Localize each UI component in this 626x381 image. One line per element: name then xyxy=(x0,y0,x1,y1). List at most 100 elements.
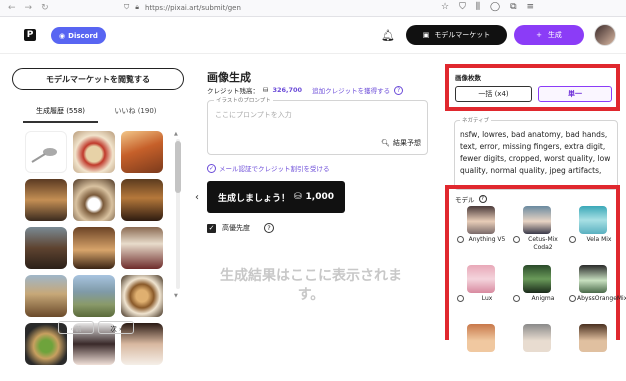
batch-count-button[interactable]: 一括 (x4) xyxy=(455,86,532,102)
model-option[interactable] xyxy=(511,324,567,381)
model-option[interactable] xyxy=(567,324,623,381)
scroll-up-icon[interactable]: ▲ xyxy=(174,131,178,137)
prompt-label: イラストのプロンプト xyxy=(214,96,273,104)
prev-page-button[interactable]: ‹ 前 xyxy=(58,321,94,334)
history-thumbnail[interactable] xyxy=(121,179,163,221)
model-name: Vela Mix xyxy=(586,236,612,243)
model-option[interactable]: Anything V5 xyxy=(455,206,511,263)
create-button[interactable]: + 生成 xyxy=(514,25,584,45)
history-panel: モデルマーケットを閲覧する 生成履歴 (558) いいね (190) ▲ ▼ ‹… xyxy=(0,55,195,365)
prompt-textarea[interactable]: イラストのプロンプト ここにプロンプトを入力 🔍︎ 結果予想 xyxy=(207,96,428,155)
model-market-label: モデルマーケット xyxy=(434,31,491,39)
next-page-button[interactable]: 次 › xyxy=(98,321,134,334)
high-priority-option[interactable]: ✓ 高優先度 ? xyxy=(207,223,274,233)
history-thumbnail[interactable] xyxy=(73,131,115,173)
address-bar[interactable]: ⛉ 🔒︎ https://pixai.art/submit/gen xyxy=(124,3,241,12)
prompt-placeholder[interactable]: ここにプロンプトを入力 xyxy=(215,110,292,120)
pixai-logo[interactable]: P xyxy=(24,29,36,41)
model-thumbnail[interactable] xyxy=(523,206,551,234)
history-thumbnail[interactable] xyxy=(25,131,67,173)
collapse-panel-icon[interactable]: ‹ xyxy=(195,192,199,203)
model-option[interactable]: Anigma xyxy=(511,265,567,322)
history-thumbnail[interactable] xyxy=(25,179,67,221)
create-label: 生成 xyxy=(547,31,562,39)
model-name: Anything V5 xyxy=(468,236,506,243)
model-radio[interactable] xyxy=(513,236,520,243)
search-icon: 🔍︎ xyxy=(381,139,390,147)
reload-icon[interactable]: ↻ xyxy=(41,3,49,13)
credit-coin-icon: ⛁ xyxy=(294,192,302,202)
generate-cost: 1,000 xyxy=(305,192,335,202)
url-text[interactable]: https://pixai.art/submit/gen xyxy=(145,4,241,12)
model-radio[interactable] xyxy=(457,295,464,302)
discord-icon: ◉ xyxy=(59,31,66,40)
image-count-label: 画像枚数 xyxy=(455,74,481,82)
model-radio[interactable] xyxy=(457,236,464,243)
history-thumbnail[interactable] xyxy=(121,227,163,269)
generation-panel: 画像生成 クレジット残高： ⛁ 326,700 追加クレジットを獲得する ? イ… xyxy=(207,55,432,340)
browser-nav: ← → ↻ xyxy=(0,3,49,13)
high-priority-label: 高優先度 xyxy=(222,224,250,232)
plus-icon: + xyxy=(536,31,542,39)
history-thumbnail[interactable] xyxy=(121,275,163,317)
model-thumbnail[interactable] xyxy=(467,206,495,234)
model-option[interactable]: Lux xyxy=(455,265,511,322)
model-thumbnail[interactable] xyxy=(523,265,551,293)
store-icon: ▣ xyxy=(422,31,430,39)
model-thumbnail[interactable] xyxy=(467,324,495,352)
model-thumbnail[interactable] xyxy=(579,265,607,293)
get-credits-link[interactable]: 追加クレジットを獲得する xyxy=(312,85,390,95)
history-tabs: 生成履歴 (558) いいね (190) xyxy=(23,106,173,123)
browse-model-market-button[interactable]: モデルマーケットを閲覧する xyxy=(12,68,184,90)
help-icon[interactable]: ? xyxy=(264,223,274,233)
negative-prompt-text[interactable]: nsfw, lowres, bad anatomy, bad hands, te… xyxy=(460,129,616,187)
generate-button[interactable]: 生成しましょう！ ⛁ 1,000 xyxy=(207,181,345,213)
model-name: AbyssOrangeMixV3 xyxy=(577,295,626,302)
help-icon[interactable]: ? xyxy=(478,195,487,203)
email-verify-label: メール認証でクレジット割引を受ける xyxy=(219,165,330,173)
notification-bell-icon[interactable]: 🔔︎ xyxy=(381,29,395,42)
high-priority-checkbox[interactable]: ✓ xyxy=(207,223,216,233)
user-avatar[interactable] xyxy=(594,24,616,46)
negative-prompt-label: ネガティブ xyxy=(460,116,492,124)
model-radio[interactable] xyxy=(569,295,576,302)
page-title: 画像生成 xyxy=(207,71,251,84)
discord-button[interactable]: ◉ Discord xyxy=(51,27,106,44)
email-verify-link[interactable]: ✓ メール認証でクレジット割引を受ける xyxy=(207,163,330,173)
model-option[interactable]: Cetus-Mix Coda2 xyxy=(511,206,567,263)
history-thumbnail[interactable] xyxy=(73,227,115,269)
image-count-section: 画像枚数 一括 (x4) 単一 xyxy=(445,64,620,111)
forward-icon[interactable]: → xyxy=(25,3,33,13)
model-thumbnail[interactable] xyxy=(467,265,495,293)
model-grid: Anything V5 Cetus-Mix Coda2 Vela Mix Lux xyxy=(455,206,626,381)
model-thumbnail[interactable] xyxy=(579,206,607,234)
history-thumbnail[interactable] xyxy=(25,227,67,269)
predict-result-button[interactable]: 🔍︎ 結果予想 xyxy=(381,138,421,148)
scroll-thumb[interactable] xyxy=(175,141,181,193)
history-scrollbar[interactable]: ▲ ▼ xyxy=(174,131,182,301)
help-icon[interactable]: ? xyxy=(394,85,404,95)
model-market-button[interactable]: ▣ モデルマーケット xyxy=(406,25,507,45)
model-radio[interactable] xyxy=(513,295,520,302)
model-radio[interactable] xyxy=(569,236,576,243)
generate-label: 生成しましょう！ xyxy=(217,193,290,204)
history-thumbnail[interactable] xyxy=(73,179,115,221)
model-thumbnail[interactable] xyxy=(523,324,551,352)
model-option[interactable]: Vela Mix xyxy=(567,206,623,263)
history-thumbnail[interactable] xyxy=(73,275,115,317)
model-option[interactable]: AbyssOrangeMixV3 xyxy=(567,265,626,322)
negative-prompt-textarea[interactable]: ネガティブ nsfw, lowres, bad anatomy, bad han… xyxy=(454,116,618,190)
history-thumbnail[interactable] xyxy=(121,131,163,173)
check-circle-icon: ✓ xyxy=(207,163,216,173)
discord-label: Discord xyxy=(68,31,98,40)
model-thumbnail[interactable] xyxy=(579,324,607,352)
scroll-down-icon[interactable]: ▼ xyxy=(174,293,178,299)
credits-label: クレジット残高： xyxy=(207,87,259,95)
settings-panel: 画像枚数 一括 (x4) 単一 ネガティブ nsfw, lowres, bad … xyxy=(441,55,626,352)
tab-generation-history[interactable]: 生成履歴 (558) xyxy=(23,106,98,123)
single-count-button[interactable]: 単一 xyxy=(538,86,612,102)
model-option[interactable] xyxy=(455,324,511,381)
back-icon[interactable]: ← xyxy=(8,3,16,13)
tab-likes[interactable]: いいね (190) xyxy=(98,106,173,123)
history-thumbnail[interactable] xyxy=(25,275,67,317)
